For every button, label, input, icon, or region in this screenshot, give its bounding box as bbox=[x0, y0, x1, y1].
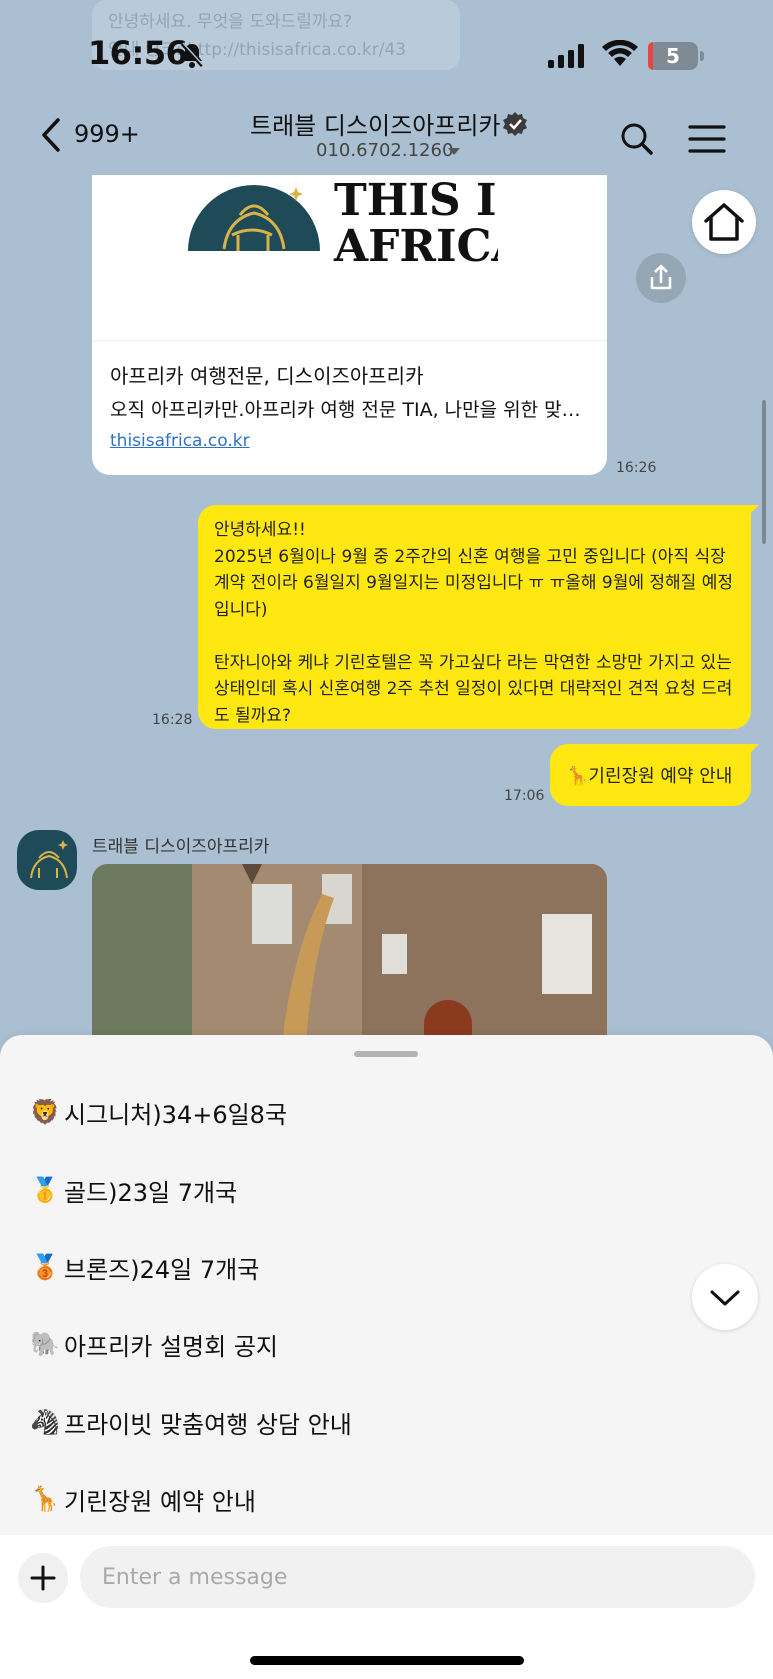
hamburger-menu-icon[interactable] bbox=[688, 124, 726, 154]
unread-count[interactable]: 999+ bbox=[74, 120, 140, 148]
this-is-africa-logo: THIS IS AFRICA bbox=[188, 175, 498, 265]
status-time: 16:56 bbox=[88, 34, 188, 72]
menu-item-signature[interactable]: 🦁 시그니처)34+6일8국 bbox=[28, 1090, 287, 1134]
link-title: 아프리카 여행전문, 디스이즈아프리카 bbox=[110, 364, 424, 388]
attach-button[interactable] bbox=[18, 1553, 68, 1603]
menu-item-label: 프라이빗 맞춤여행 상담 안내 bbox=[64, 1410, 352, 1439]
link-preview-card[interactable]: THIS IS AFRICA 아프리카 여행전문, 디스이즈아프리카 오직 아프… bbox=[92, 175, 607, 475]
plus-icon bbox=[30, 1565, 56, 1591]
card-divider bbox=[92, 340, 607, 341]
message-text: 안녕하세요!! 2025년 6월이나 9월 중 2주간의 신혼 여행을 고민 중… bbox=[214, 520, 734, 726]
sheet-drag-handle[interactable] bbox=[354, 1051, 418, 1057]
caret-down-icon[interactable] bbox=[448, 148, 460, 155]
menu-item-label: 브론즈)24일 7개국 bbox=[64, 1255, 260, 1284]
lion-emoji-icon: 🦁 bbox=[30, 1098, 60, 1126]
search-icon[interactable] bbox=[620, 122, 654, 156]
message-time: 16:26 bbox=[616, 460, 657, 476]
sender-avatar[interactable] bbox=[17, 830, 77, 890]
menu-item-label: 골드)23일 7개국 bbox=[64, 1178, 238, 1207]
my-message-bubble[interactable]: 🦒기린장원 예약 안내 bbox=[550, 744, 759, 806]
verified-badge-icon bbox=[503, 112, 527, 136]
battery-indicator: 5 bbox=[648, 42, 704, 70]
zebra-emoji-icon: 🦓 bbox=[30, 1408, 60, 1436]
home-indicator[interactable] bbox=[250, 1656, 524, 1665]
chat-phone-number[interactable]: 010.6702.1260 bbox=[316, 140, 453, 161]
giraffe-emoji-icon: 🦒 bbox=[30, 1485, 60, 1513]
menu-item-label: 아프리카 설명회 공지 bbox=[64, 1332, 278, 1361]
gold-medal-icon: 🥇 bbox=[30, 1176, 60, 1204]
menu-item-seminar[interactable]: 🐘 아프리카 설명회 공지 bbox=[28, 1322, 278, 1366]
svg-text:THIS IS: THIS IS bbox=[334, 175, 498, 226]
message-text: 🦒기린장원 예약 안내 bbox=[566, 766, 733, 787]
menu-item-giraffe-manor[interactable]: 🦒 기린장원 예약 안내 bbox=[28, 1477, 256, 1521]
link-url[interactable]: thisisafrica.co.kr bbox=[110, 431, 250, 451]
chat-title: 트래블 디스이즈아프리카 bbox=[250, 112, 501, 140]
scroll-down-button[interactable] bbox=[692, 1264, 758, 1330]
giraffe-manor-photo[interactable] bbox=[92, 864, 607, 1044]
sender-name: 트래블 디스이즈아프리카 bbox=[92, 837, 270, 857]
lion-logo-icon bbox=[30, 840, 68, 879]
menu-item-private-tour[interactable]: 🦓 프라이빗 맞춤여행 상담 안내 bbox=[28, 1400, 352, 1444]
home-icon bbox=[704, 203, 744, 241]
chevron-down-icon bbox=[710, 1290, 740, 1306]
link-description: 오직 아프리카만.아프리카 여행 전문 TIA, 나만을 위한 맞… bbox=[110, 399, 581, 421]
share-icon bbox=[650, 264, 672, 290]
message-input[interactable] bbox=[80, 1546, 755, 1608]
bronze-medal-icon: 🥉 bbox=[30, 1253, 60, 1281]
menu-item-gold[interactable]: 🥇 골드)23일 7개국 bbox=[28, 1168, 237, 1212]
message-time: 16:28 bbox=[152, 712, 193, 728]
menu-item-label: 시그니처)34+6일8국 bbox=[64, 1100, 288, 1129]
message-time: 17:06 bbox=[504, 788, 545, 804]
elephant-emoji-icon: 🐘 bbox=[30, 1330, 60, 1358]
silent-bell-icon bbox=[180, 42, 204, 68]
home-button[interactable] bbox=[692, 190, 756, 254]
share-button[interactable] bbox=[636, 253, 686, 303]
svg-text:AFRICA: AFRICA bbox=[333, 221, 498, 265]
my-message-bubble[interactable]: 안녕하세요!! 2025년 6월이나 9월 중 2주간의 신혼 여행을 고민 중… bbox=[198, 505, 759, 729]
chat-scrollbar[interactable] bbox=[762, 400, 766, 544]
menu-item-label: 기린장원 예약 안내 bbox=[64, 1487, 256, 1516]
cellular-signal-icon bbox=[548, 44, 584, 68]
menu-item-bronze[interactable]: 🥉 브론즈)24일 7개국 bbox=[28, 1245, 259, 1289]
back-chevron-icon[interactable] bbox=[40, 118, 62, 152]
wifi-icon bbox=[602, 40, 638, 66]
